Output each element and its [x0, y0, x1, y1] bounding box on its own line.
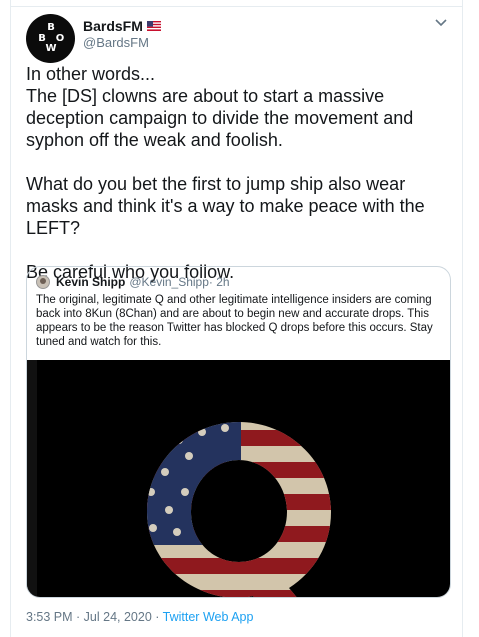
source-app-link[interactable]: Twitter Web App	[163, 610, 254, 624]
quoted-display-name: Kevin Shipp	[56, 275, 126, 289]
quoted-header: Kevin Shipp @Kevin_Shipp · 2h	[36, 275, 230, 289]
avatar-letter: W	[45, 43, 57, 54]
us-flag-icon	[146, 21, 161, 31]
tweet-footer: 3:53 PM · Jul 24, 2020 · Twitter Web App	[26, 610, 253, 624]
author-name[interactable]: BardsFM	[83, 18, 161, 34]
tweet-card: B B O W BardsFM @BardsFM In other words.…	[10, 0, 463, 637]
author-handle[interactable]: @BardsFM	[83, 35, 149, 50]
quoted-tweet[interactable]: Kevin Shipp @Kevin_Shipp · 2h The origin…	[26, 266, 451, 598]
tweet-timestamp[interactable]: 3:53 PM · Jul 24, 2020 ·	[26, 610, 163, 624]
tweet-text: In other words... The [DS] clowns are ab…	[26, 64, 425, 282]
divider	[11, 6, 462, 7]
author-display-name[interactable]: BardsFM	[83, 18, 143, 34]
q-flag-graphic	[27, 360, 331, 597]
avatar-logo: B B O W	[36, 23, 66, 54]
more-options-button[interactable]	[432, 14, 450, 32]
quoted-time: · 2h	[208, 275, 230, 289]
avatar-letter: B	[47, 22, 55, 33]
avatar[interactable]: B B O W	[26, 14, 75, 63]
quoted-text: The original, legitimate Q and other leg…	[36, 294, 433, 348]
quoted-image[interactable]	[27, 360, 450, 597]
quoted-avatar	[36, 275, 50, 289]
chevron-down-icon	[435, 19, 447, 27]
quoted-handle: @Kevin_Shipp	[129, 275, 209, 289]
